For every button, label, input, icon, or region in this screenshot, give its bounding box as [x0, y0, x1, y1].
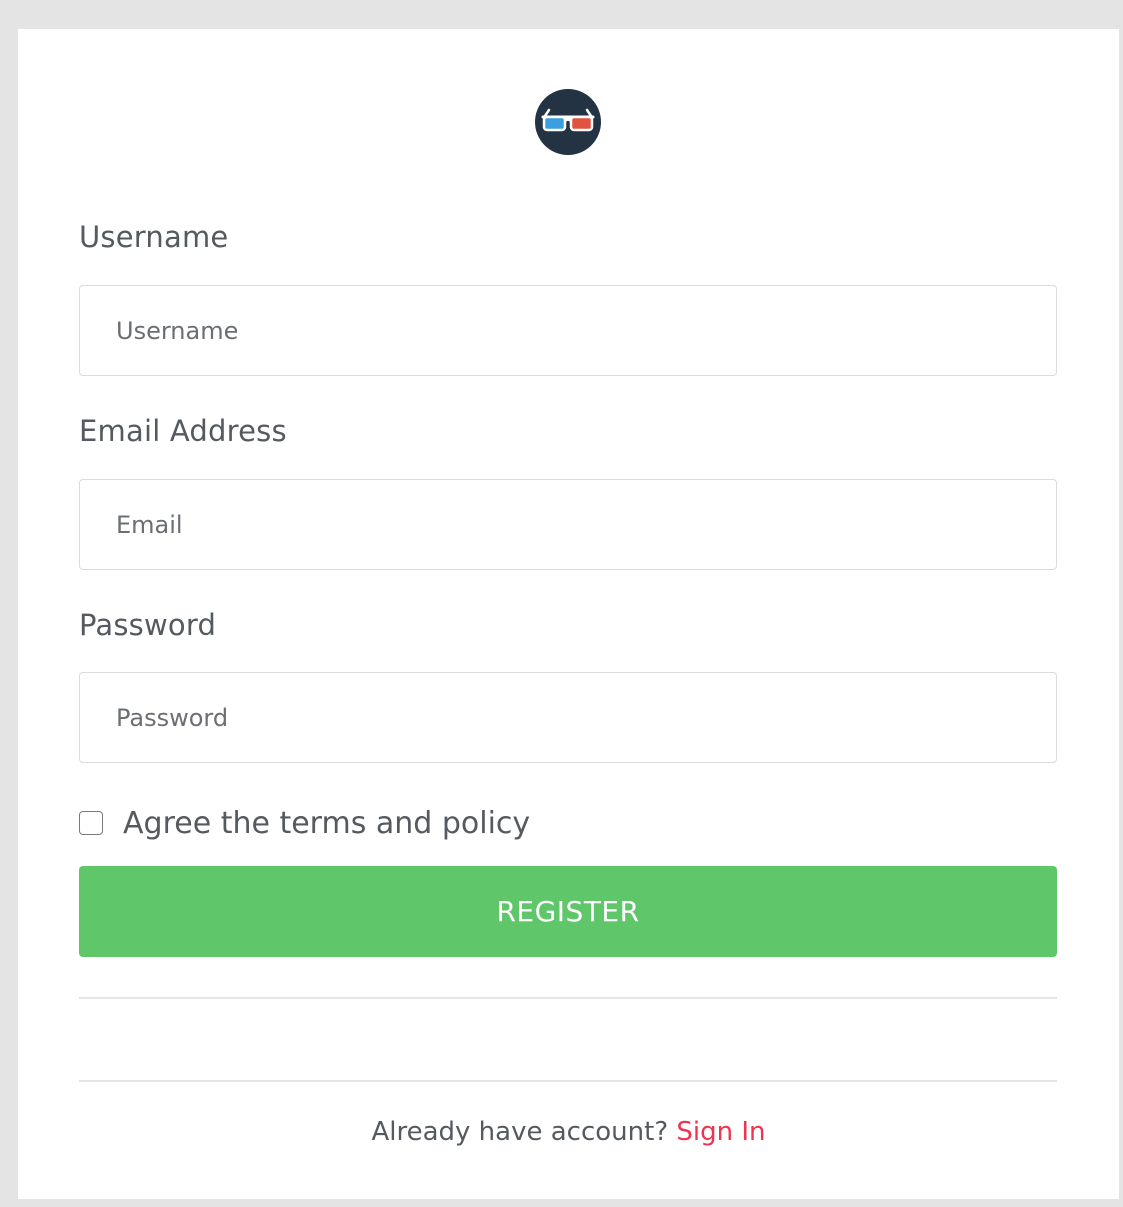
divider-top: [79, 997, 1057, 999]
divider-bottom: [79, 1080, 1057, 1082]
password-label: Password: [79, 608, 217, 642]
signin-link[interactable]: Sign In: [676, 1117, 765, 1147]
signin-prompt-text: Already have account?: [371, 1117, 677, 1147]
email-label: Email Address: [79, 414, 287, 448]
username-label: Username: [79, 220, 229, 254]
3d-glasses-icon: [535, 89, 601, 155]
username-input[interactable]: [79, 285, 1057, 376]
terms-label[interactable]: Agree the terms and policy: [123, 806, 530, 841]
terms-row: Agree the terms and policy: [79, 801, 530, 845]
signin-prompt: Already have account? Sign In: [18, 1117, 1119, 1147]
password-input[interactable]: [79, 672, 1057, 763]
register-button[interactable]: REGISTER: [79, 866, 1057, 957]
terms-checkbox[interactable]: [79, 811, 103, 835]
register-card: Username Email Address Password Agree th…: [18, 29, 1119, 1199]
email-input[interactable]: [79, 479, 1057, 570]
